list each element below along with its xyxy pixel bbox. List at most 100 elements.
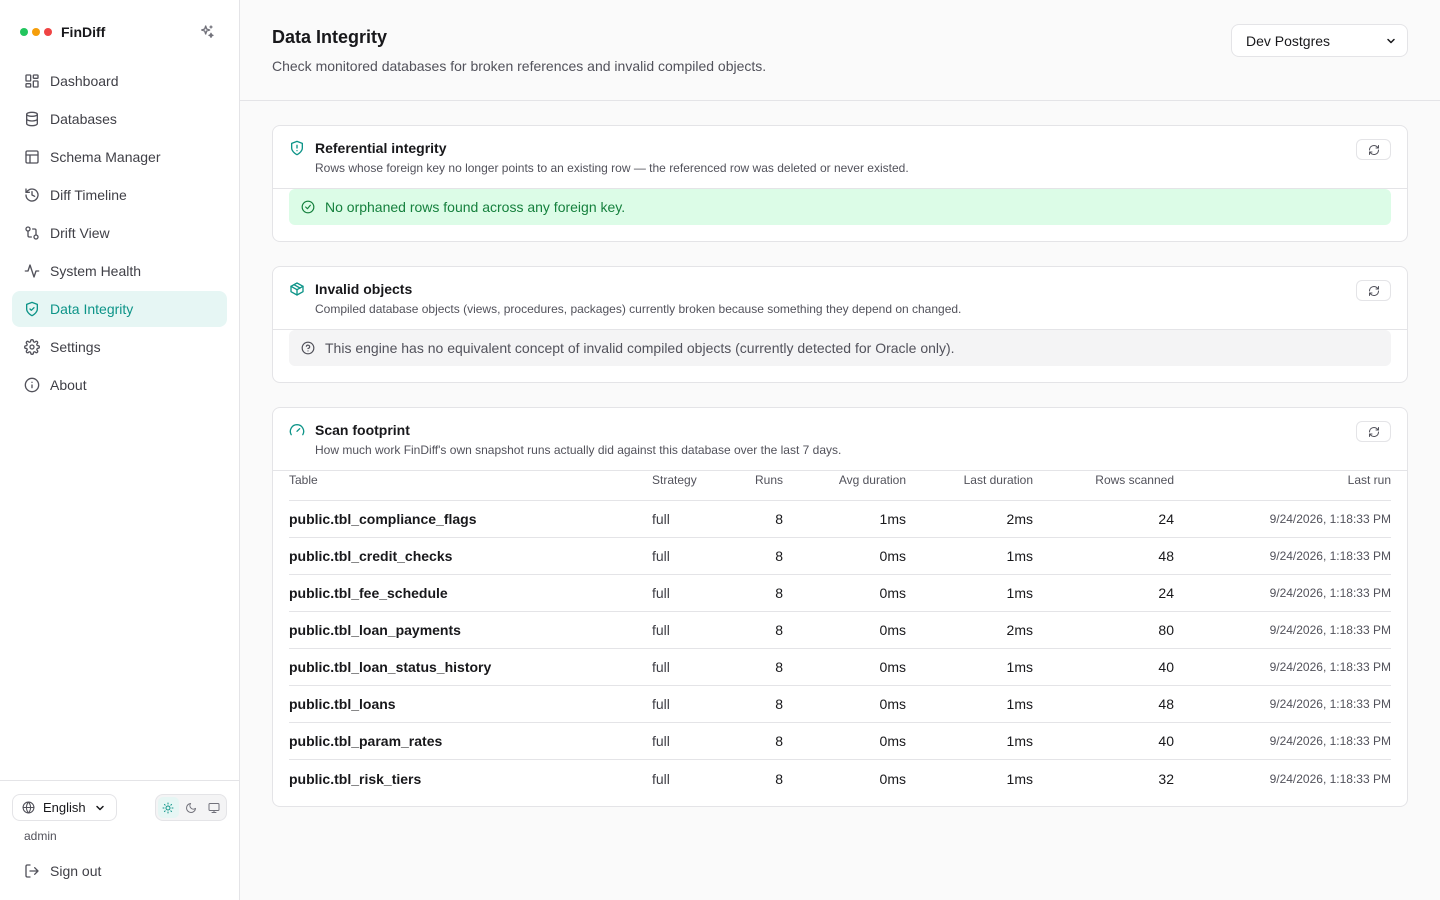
sidebar-item-settings[interactable]: Settings [12,329,227,365]
sidebar-item-data-integrity[interactable]: Data Integrity [12,291,227,327]
cell-last-duration: 1ms [1006,659,1033,675]
info-message: This engine has no equivalent concept of… [325,340,955,356]
column-header-strategy[interactable]: Strategy [652,472,697,488]
refresh-button[interactable] [1356,280,1391,301]
sidebar-nav: Dashboard Databases Schema Manager Diff … [12,63,227,405]
card-header: Scan footprint How much work FinDiff's o… [273,408,1407,471]
table-row[interactable]: public.tbl_compliance_flags full 8 1ms 2… [289,501,1391,538]
gear-icon [24,339,40,355]
cell-strategy: full [652,622,670,638]
check-circle-icon [301,200,315,214]
table-row[interactable]: public.tbl_loans full 8 0ms 1ms 48 9/24/… [289,686,1391,723]
card-description: Compiled database objects (views, proced… [315,302,962,316]
column-header-rows-scanned[interactable]: Rows scanned [1095,472,1174,488]
cell-last-duration: 2ms [1006,622,1033,638]
sidebar-item-label: System Health [50,263,142,279]
cell-rows-scanned: 32 [1158,770,1174,787]
cell-strategy: full [652,511,670,527]
table-row[interactable]: public.tbl_loan_status_history full 8 0m… [289,649,1391,686]
refresh-icon [1368,144,1380,156]
cell-rows-scanned: 40 [1158,659,1174,675]
sidebar-item-schema-manager[interactable]: Schema Manager [12,139,227,175]
sidebar-item-label: Databases [50,111,117,127]
brand-dot-amber [32,28,40,36]
table-row[interactable]: public.tbl_credit_checks full 8 0ms 1ms … [289,538,1391,575]
cell-runs: 8 [775,548,783,564]
refresh-icon [1368,426,1380,438]
column-header-table[interactable]: Table [289,472,318,488]
cell-avg-duration: 0ms [879,548,906,564]
sidebar-item-diff-timeline[interactable]: Diff Timeline [12,177,227,213]
help-circle-icon [301,341,315,355]
language-select[interactable]: English [12,794,117,821]
table-row[interactable]: public.tbl_fee_schedule full 8 0ms 1ms 2… [289,575,1391,612]
cell-runs: 8 [775,659,783,675]
column-header-avg-duration[interactable]: Avg duration [839,472,906,488]
cell-last-run: 9/24/2026, 1:18:33 PM [1269,586,1391,600]
cell-last-run: 9/24/2026, 1:18:33 PM [1269,734,1391,748]
table-row[interactable]: public.tbl_risk_tiers full 8 0ms 1ms 32 … [289,760,1391,797]
referential-integrity-card: Referential integrity Rows whose foreign… [272,125,1408,242]
sidebar-item-about[interactable]: About [12,367,227,403]
cell-table: public.tbl_risk_tiers [289,770,422,787]
cell-runs: 8 [775,585,783,601]
sidebar-item-label: Schema Manager [50,149,161,165]
sidebar-item-databases[interactable]: Databases [12,101,227,137]
table-icon [24,149,40,165]
theme-system-button[interactable] [203,797,224,818]
cell-last-duration: 1ms [1006,733,1033,749]
theme-light-button[interactable] [158,797,179,818]
cell-strategy: full [652,659,670,675]
theme-dark-button[interactable] [181,797,202,818]
database-select[interactable]: Dev Postgres [1231,24,1408,57]
globe-icon [22,801,35,814]
sidebar: FinDiff Dashboard Databases Schema Manag… [0,0,240,900]
table-header: Table Strategy Runs Avg duration Last du… [289,471,1391,501]
current-user: admin [24,829,57,843]
cell-runs: 8 [775,622,783,638]
refresh-button[interactable] [1356,421,1391,442]
sidebar-item-system-health[interactable]: System Health [12,253,227,289]
brand-dots [20,28,52,36]
cell-last-run: 9/24/2026, 1:18:33 PM [1269,549,1391,563]
cell-strategy: full [652,770,670,787]
refresh-icon [1368,285,1380,297]
sidebar-item-drift-view[interactable]: Drift View [12,215,227,251]
brand[interactable]: FinDiff [20,21,105,43]
cell-last-run: 9/24/2026, 1:18:33 PM [1269,771,1391,786]
column-header-last-run[interactable]: Last run [1348,472,1391,488]
info-banner: This engine has no equivalent concept of… [289,330,1391,366]
card-title: Scan footprint [315,422,410,438]
column-header-runs[interactable]: Runs [755,472,783,488]
cell-table: public.tbl_credit_checks [289,548,453,564]
shield-check-icon [24,301,40,317]
cell-rows-scanned: 24 [1158,511,1174,527]
page-header: Data Integrity Check monitored databases… [240,0,1440,101]
table-row[interactable]: public.tbl_loan_payments full 8 0ms 2ms … [289,612,1391,649]
sparkle-icon[interactable] [197,22,217,42]
cell-rows-scanned: 48 [1158,696,1174,712]
cell-table: public.tbl_compliance_flags [289,511,477,527]
cell-table: public.tbl_param_rates [289,733,443,749]
cell-last-run: 9/24/2026, 1:18:33 PM [1269,697,1391,711]
refresh-button[interactable] [1356,139,1391,160]
sign-out-button[interactable]: Sign out [24,861,101,881]
sidebar-item-dashboard[interactable]: Dashboard [12,63,227,99]
cell-rows-scanned: 48 [1158,548,1174,564]
cell-rows-scanned: 24 [1158,585,1174,601]
scan-footprint-card: Scan footprint How much work FinDiff's o… [272,407,1408,807]
sun-icon [162,802,174,814]
cell-avg-duration: 0ms [879,659,906,675]
dashboard-icon [24,73,40,89]
cell-table: public.tbl_loans [289,696,396,712]
cell-table: public.tbl_loan_payments [289,622,461,638]
card-title: Referential integrity [315,140,447,156]
cell-runs: 8 [775,770,783,787]
app-name: FinDiff [61,24,106,40]
cell-runs: 8 [775,511,783,527]
column-header-last-duration[interactable]: Last duration [964,472,1033,488]
sidebar-item-label: Dashboard [50,73,119,89]
chevron-down-icon [1385,35,1397,47]
table-row[interactable]: public.tbl_param_rates full 8 0ms 1ms 40… [289,723,1391,760]
database-select-value: Dev Postgres [1246,32,1331,49]
